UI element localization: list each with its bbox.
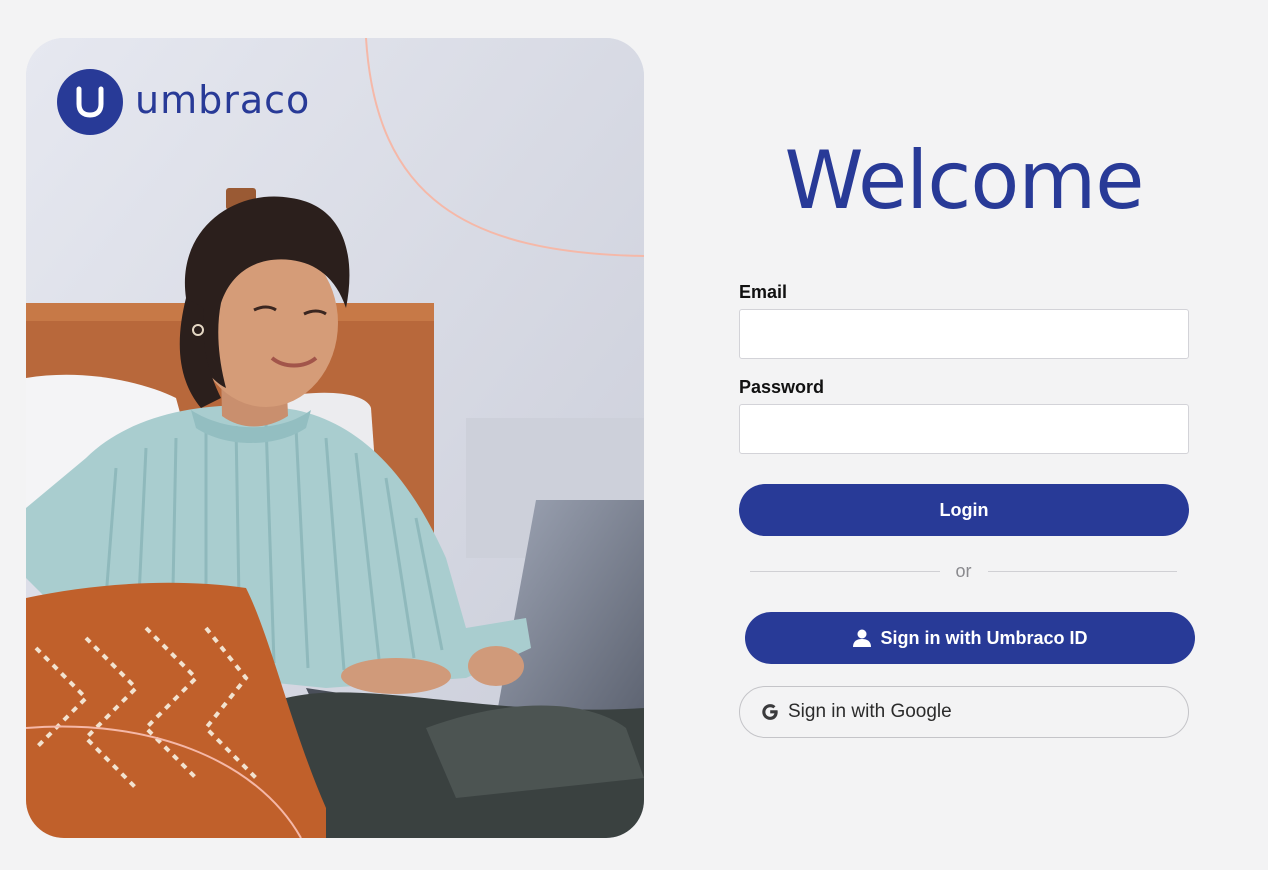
google-g-icon	[760, 702, 780, 722]
umbraco-id-signin-label: Sign in with Umbraco ID	[880, 627, 1088, 648]
email-label: Email	[739, 282, 788, 302]
divider-line-right	[987, 570, 1178, 572]
divider-text: or	[955, 561, 972, 581]
email-input[interactable]	[739, 309, 1189, 359]
login-button-label: Login	[939, 499, 989, 520]
google-signin-label: Sign in with Google	[788, 701, 952, 722]
umbraco-id-signin-button[interactable]: Sign in with Umbraco ID	[745, 612, 1195, 664]
google-signin-button[interactable]: Sign in with Google	[739, 686, 1189, 738]
welcome-heading: Welcome	[784, 134, 1145, 227]
umbraco-wordmark: umbraco	[135, 78, 311, 122]
user-icon	[852, 628, 872, 648]
umbraco-logo: umbraco	[57, 69, 310, 135]
hero-photo	[26, 38, 644, 838]
or-divider: or	[750, 560, 1178, 582]
umbraco-u-icon	[57, 69, 123, 135]
password-label: Password	[739, 377, 825, 397]
password-input[interactable]	[739, 404, 1189, 454]
divider-line-left	[750, 570, 940, 572]
login-button[interactable]: Login	[739, 484, 1189, 536]
hero-image-panel: umbraco	[26, 38, 644, 838]
